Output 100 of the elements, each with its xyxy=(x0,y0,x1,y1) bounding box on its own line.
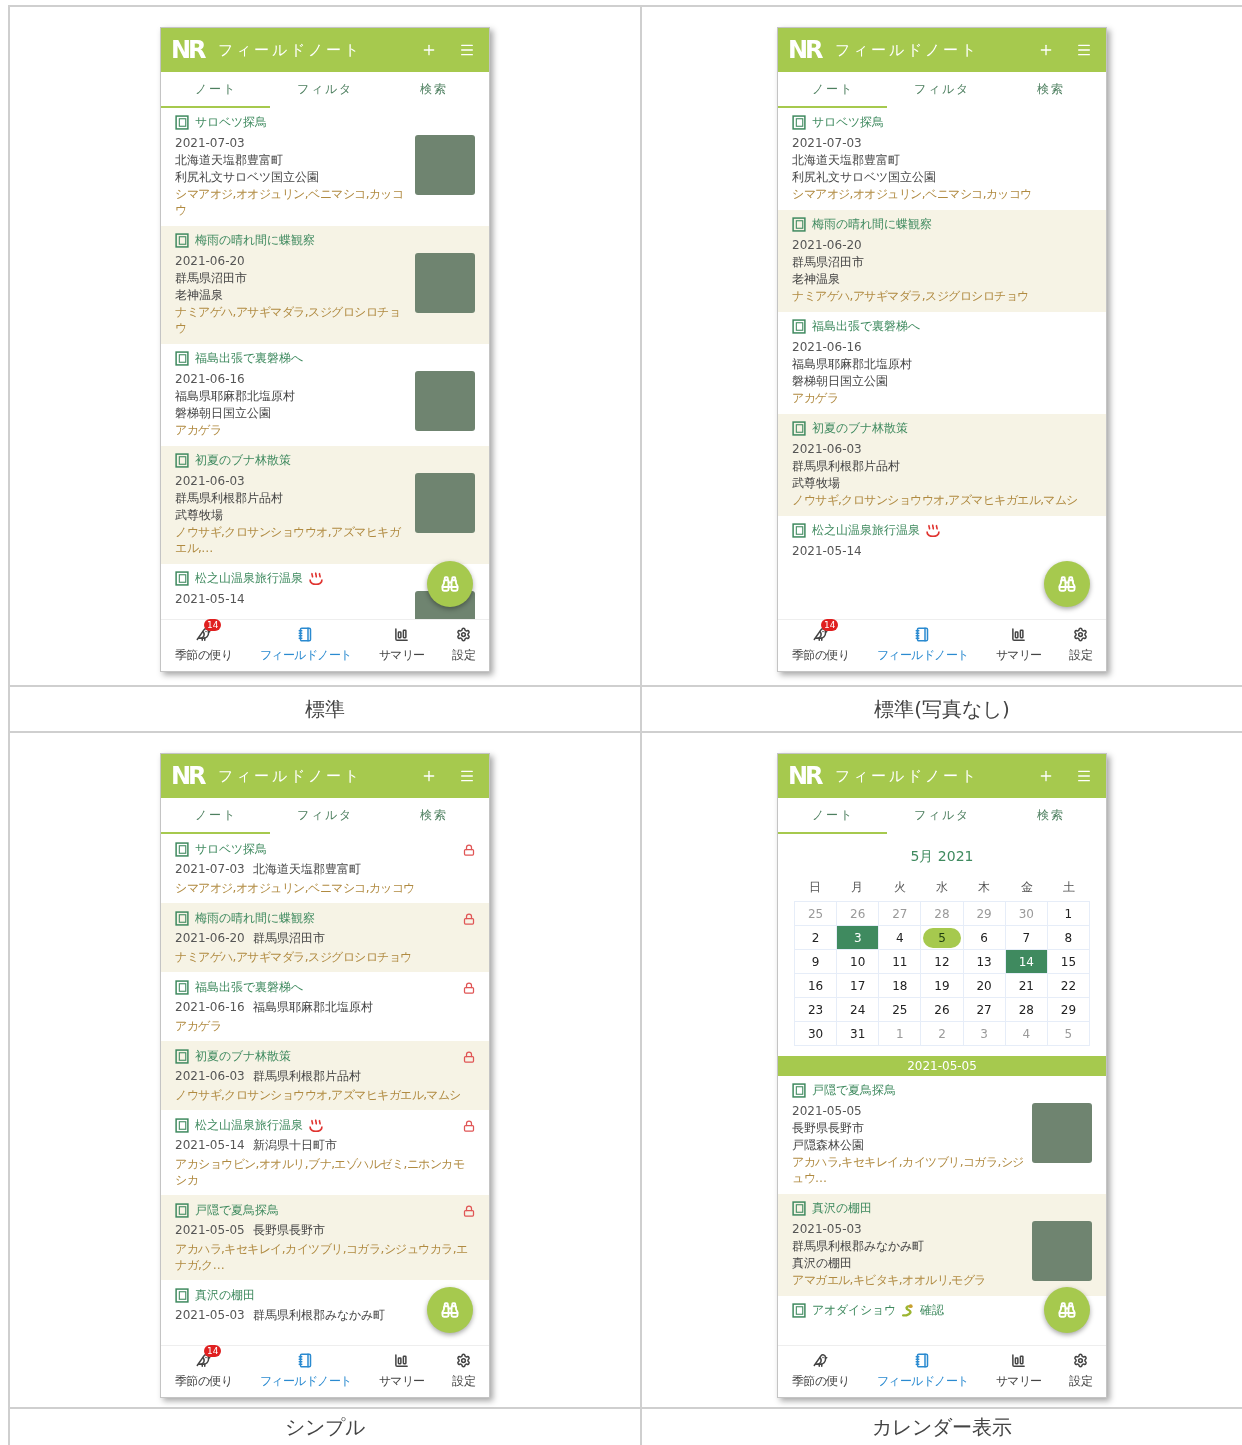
note-card[interactable]: 初夏のブナ林散策 2021-06-03 群馬県利根郡片品村 武尊牧場 ノウサギ,クロサンショウウオ,アズマヒキガエル,… xyxy=(161,446,489,564)
calendar-day[interactable]: 5 xyxy=(923,927,961,948)
note-title[interactable]: 梅雨の晴れ間に蝶観察 xyxy=(195,910,315,927)
nav-item[interactable]: 設定 xyxy=(450,1346,478,1397)
note-site: 老神温泉 xyxy=(175,287,224,304)
note-title[interactable]: 福島出張で裏磐梯へ xyxy=(195,350,303,367)
calendar-day[interactable]: 29 xyxy=(1047,998,1089,1021)
tab[interactable]: フィルタ xyxy=(270,72,380,108)
note-card[interactable]: 梅雨の晴れ間に蝶観察 2021-06-20 群馬県沼田市 老神温泉 ナミアゲハ,アサギマダラ,スジグロシロチョウ xyxy=(778,210,1106,312)
calendar-day[interactable]: 8 xyxy=(1047,926,1089,949)
note-title[interactable]: 松之山温泉旅行温泉 xyxy=(812,522,920,539)
calendar-day[interactable]: 20 xyxy=(963,974,1005,997)
calendar-day[interactable]: 30 xyxy=(795,1022,837,1045)
tab[interactable]: 検索 xyxy=(379,798,489,834)
calendar-day[interactable]: 18 xyxy=(879,974,921,997)
note-title[interactable]: 松之山温泉旅行温泉 xyxy=(195,1117,303,1134)
nav-item[interactable]: フィールドノート xyxy=(874,620,971,671)
calendar-day[interactable]: 21 xyxy=(1005,974,1047,997)
calendar-day[interactable]: 7 xyxy=(1005,926,1047,949)
note-title[interactable]: 戸隠で夏鳥探鳥 xyxy=(195,1202,279,1219)
note-place: 群馬県利根郡片品村 xyxy=(175,490,284,507)
species-list: アマガエル,キビタキ,オオルリ,モグラ xyxy=(792,1272,1024,1288)
note-title[interactable]: サロベツ探鳥 xyxy=(195,841,267,858)
calendar-day[interactable]: 13 xyxy=(963,950,1005,973)
calendar-day[interactable]: 22 xyxy=(1047,974,1089,997)
note-title[interactable]: 初夏のブナ林散策 xyxy=(195,1048,291,1065)
note-title[interactable]: 戸隠で夏鳥探鳥 xyxy=(812,1082,896,1099)
nav-item[interactable]: フィールドノート xyxy=(257,1346,354,1397)
note-card[interactable]: 松之山温泉旅行温泉 2021-05-14 xyxy=(161,564,489,619)
nav-item[interactable]: 季節の便り xyxy=(789,1346,852,1397)
tab[interactable]: 検索 xyxy=(996,72,1106,108)
calendar-day[interactable]: 2 xyxy=(795,926,837,949)
nav-item[interactable]: 設定 xyxy=(1067,1346,1095,1397)
note-title[interactable]: 真沢の棚田 xyxy=(195,1287,255,1304)
tab[interactable]: フィルタ xyxy=(270,798,380,834)
note-date: 2021-06-03 xyxy=(792,441,863,458)
note-title[interactable]: アオダイショウ xyxy=(812,1302,896,1319)
note-title[interactable]: 真沢の棚田 xyxy=(812,1200,872,1217)
calendar-day[interactable]: 19 xyxy=(921,974,963,997)
nav-item[interactable]: サマリー xyxy=(376,1346,427,1397)
calendar-day[interactable]: 25 xyxy=(879,998,921,1021)
tab[interactable]: 検索 xyxy=(996,798,1106,834)
note-card[interactable]: 真沢の棚田 2021-05-03 群馬県利根郡みなかみ町 xyxy=(161,1280,489,1331)
note-card[interactable]: 初夏のブナ林散策 2021-06-03 群馬県利根郡片品村 武尊牧場 ノウサギ,クロサンショウウオ,アズマヒキガエル,マムシ xyxy=(778,414,1106,516)
calendar-day[interactable]: 15 xyxy=(1047,950,1089,973)
nav-item[interactable]: 14 季節の便り xyxy=(172,620,235,671)
note-title[interactable]: サロベツ探鳥 xyxy=(195,114,267,131)
calendar-day[interactable]: 9 xyxy=(795,950,837,973)
notebook-icon xyxy=(175,1049,189,1064)
note-card[interactable]: 真沢の棚田 2021-05-03 群馬県利根郡みなかみ町 真沢の棚田 アマガエル,キビタキ,オオルリ,モグラ xyxy=(778,1194,1106,1296)
nav-item[interactable]: フィールドノート xyxy=(257,620,354,671)
note-card[interactable]: 福島出張で裏磐梯へ 2021-06-16 福島県耶麻郡北塩原村 アカゲラ xyxy=(161,972,489,1041)
calendar-day[interactable]: 26 xyxy=(921,998,963,1021)
tab[interactable]: フィルタ xyxy=(887,798,997,834)
note-place: 群馬県利根郡片品村 xyxy=(792,458,901,475)
note-title[interactable]: 松之山温泉旅行温泉 xyxy=(195,570,303,587)
note-card[interactable]: 梅雨の晴れ間に蝶観察 2021-06-20 群馬県沼田市 老神温泉 ナミアゲハ,アサギマダラ,スジグロシロチョウ xyxy=(161,226,489,344)
note-title[interactable]: 福島出張で裏磐梯へ xyxy=(812,318,920,335)
nav-item[interactable]: 設定 xyxy=(450,620,478,671)
note-title[interactable]: 初夏のブナ林散策 xyxy=(812,420,908,437)
calendar-day[interactable]: 6 xyxy=(963,926,1005,949)
nav-item[interactable]: サマリー xyxy=(993,1346,1044,1397)
tab[interactable]: フィルタ xyxy=(887,72,997,108)
note-card[interactable]: 松之山温泉旅行温泉 2021-05-14 xyxy=(778,516,1106,568)
note-title[interactable]: 梅雨の晴れ間に蝶観察 xyxy=(812,216,932,233)
nav-item[interactable]: 14 季節の便り xyxy=(172,1346,235,1397)
calendar-day[interactable]: 4 xyxy=(879,926,921,949)
tab[interactable]: 検索 xyxy=(379,72,489,108)
calendar-day[interactable]: 16 xyxy=(795,974,837,997)
calendar-day[interactable]: 23 xyxy=(795,998,837,1021)
calendar-day[interactable]: 12 xyxy=(921,950,963,973)
calendar-day[interactable]: 27 xyxy=(963,998,1005,1021)
note-place: 長野県長野市 xyxy=(792,1120,865,1137)
calendar-day[interactable]: 3 xyxy=(837,926,879,949)
nav-item[interactable]: サマリー xyxy=(376,620,427,671)
notebook-icon xyxy=(298,627,314,642)
notebook-icon xyxy=(792,523,806,538)
note-card[interactable]: 梅雨の晴れ間に蝶観察 2021-06-20 群馬県沼田市 ナミアゲハ,アサギマダラ,スジグロシロチョウ xyxy=(161,903,489,972)
calendar-day[interactable]: 28 xyxy=(1005,998,1047,1021)
note-title[interactable]: 福島出張で裏磐梯へ xyxy=(195,979,303,996)
calendar-day[interactable]: 24 xyxy=(837,998,879,1021)
nav-item[interactable]: サマリー xyxy=(993,620,1044,671)
note-title[interactable]: サロベツ探鳥 xyxy=(812,114,884,131)
calendar-day[interactable]: 11 xyxy=(879,950,921,973)
note-title[interactable]: 梅雨の晴れ間に蝶観察 xyxy=(195,232,315,249)
calendar-day[interactable]: 10 xyxy=(837,950,879,973)
nav-item[interactable]: フィールドノート xyxy=(874,1346,971,1397)
calendar-day[interactable]: 17 xyxy=(837,974,879,997)
note-card[interactable]: 福島出張で裏磐梯へ 2021-06-16 福島県耶麻郡北塩原村 磐梯朝日国立公園 アカゲラ xyxy=(161,344,489,446)
calendar-day[interactable]: 14 xyxy=(1005,950,1047,973)
nav-item[interactable]: 設定 xyxy=(1067,620,1095,671)
note-title[interactable]: 初夏のブナ林散策 xyxy=(195,452,291,469)
note-card[interactable]: 松之山温泉旅行温泉 2021-05-14 新潟県十日町市 アカショウビン,オオルリ,ブナ,エゾハルゼミ,ニホンカモシカ xyxy=(161,1110,489,1195)
note-card[interactable]: 初夏のブナ林散策 2021-06-03 群馬県利根郡片品村 ノウサギ,クロサンショウウオ,アズマヒキガエル,マムシ xyxy=(161,1041,489,1110)
note-card[interactable]: 戸隠で夏鳥探鳥 2021-05-05 長野県長野市 アカハラ,キセキレイ,カイツブリ,コガラ,シジュウカラ,エナガ,ク… xyxy=(161,1195,489,1280)
species-list: シマアオジ,オオジュリン,ベニマシコ,カッコウ xyxy=(175,880,475,896)
calendar-day[interactable]: 1 xyxy=(1047,902,1089,925)
note-card[interactable]: 福島出張で裏磐梯へ 2021-06-16 福島県耶麻郡北塩原村 磐梯朝日国立公園 アカゲラ xyxy=(778,312,1106,414)
calendar-day[interactable]: 31 xyxy=(837,1022,879,1045)
nav-item[interactable]: 14 季節の便り xyxy=(789,620,852,671)
